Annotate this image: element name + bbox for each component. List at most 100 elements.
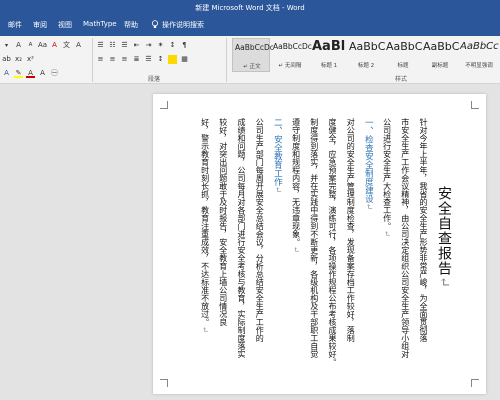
tab-help[interactable]: 帮助 xyxy=(124,20,138,30)
style-subtitle[interactable]: AaBbC 副标题 xyxy=(421,38,459,72)
text-line-text: 公司进行安全生产大检查工作。 xyxy=(382,118,392,230)
text-line-text: 公司生产部门每周开展安全总结会议，分析总结安全生产工作的 xyxy=(255,118,265,342)
style-name: 标题 2 xyxy=(357,63,375,69)
tab-review[interactable]: 审阅 xyxy=(33,20,47,30)
window-title: 新建 Microsoft Word 文档 - Word xyxy=(195,4,305,12)
style-name: ↵ 无间隔 xyxy=(278,63,302,69)
section-heading: 一、检查安全制度建设↵ xyxy=(362,118,374,210)
grow-font-icon[interactable]: A xyxy=(14,41,23,50)
ribbon: ▾ A A Aa A 文 A ab x₂ x² A ✎ A A ㊀ ☰ ☷ ☰ … xyxy=(0,36,500,84)
document-area[interactable]: 安全自查报告↵ 针对今年上半年，我省的安全生产形势非常严峻，为全面贯彻落 市安全生… xyxy=(0,84,500,400)
style-name: 不明显强调 xyxy=(465,63,493,69)
style-sample: AaBbC xyxy=(386,40,423,53)
line-spacing-icon[interactable]: ↕ xyxy=(156,55,165,64)
text-line: 遵守制度和规程内容，无违章现象。↵ xyxy=(290,118,302,253)
style-name: ↵ 正文 xyxy=(243,64,261,70)
text-line: 公司生产部门每周开展安全总结会议，分析总结安全生产工作的 xyxy=(253,118,265,342)
text-effects-icon[interactable]: A xyxy=(2,69,11,78)
decrease-indent-icon[interactable]: ⇤ xyxy=(132,41,141,50)
chinese-layout-icon[interactable]: ✶ xyxy=(156,41,165,50)
text-line: 针对今年上半年，我省的安全生产形势非常严峻，为全面贯彻落 xyxy=(417,118,429,342)
shading-icon[interactable] xyxy=(168,54,177,64)
style-name: 标题 1 xyxy=(320,63,338,69)
subscript-icon[interactable]: x₂ xyxy=(14,55,23,64)
align-right-icon[interactable]: ≡ xyxy=(120,55,129,64)
sort-icon[interactable]: ↕ xyxy=(168,41,177,50)
style-title[interactable]: AaBbC 标题 xyxy=(384,38,422,72)
paragraph-row-1: ☰ ☷ ☰ ⇤ ⇥ ✶ ↕ ¶ xyxy=(96,39,189,51)
style-subtle-emphasis[interactable]: AaBbCc 不明显强调 xyxy=(458,38,500,72)
bullets-icon[interactable]: ☰ xyxy=(96,41,105,50)
clear-format-icon[interactable]: A xyxy=(50,41,59,50)
font-row-1: ▾ A A Aa A 文 A xyxy=(2,39,83,51)
text-line-text: 度健全，应急预案完整，演练可行，各项操作规程公布考核成果较好。 xyxy=(328,118,337,366)
text-line-text: 较好，对突出问题敢于及时报告，安全教育上墙公司情况良 xyxy=(218,118,228,326)
align-left-icon[interactable]: ≡ xyxy=(96,55,105,64)
text-line: 度健全，应急预案完整，演练可行，各项操作规程公布考核成果较好。 xyxy=(326,118,338,366)
superscript-icon[interactable]: x² xyxy=(26,55,35,64)
show-marks-icon[interactable]: ¶ xyxy=(180,41,189,50)
numbering-icon[interactable]: ☷ xyxy=(108,41,117,50)
group-separator xyxy=(92,38,93,82)
section-heading: 二、安全教育工作↵ xyxy=(271,118,283,193)
text-line-text: 针对今年上半年，我省的安全生产形势非常严峻，为全面贯彻落 xyxy=(419,118,428,342)
style-sample: AaBbC xyxy=(423,40,460,53)
style-heading-1[interactable]: AaBl 标题 1 xyxy=(310,38,348,72)
style-normal[interactable]: AaBbCcDc ↵ 正文 xyxy=(232,38,274,72)
shrink-font-icon[interactable]: A xyxy=(26,41,35,50)
style-sample: AaBbCcDc xyxy=(273,42,312,51)
style-sample: AaBbC xyxy=(349,40,386,53)
section-heading-text: 二、安全教育工作 xyxy=(272,118,283,186)
crop-mark xyxy=(160,101,168,109)
paragraph-mark: ↵ xyxy=(200,326,210,333)
lightbulb-icon xyxy=(152,20,158,28)
char-shading-icon[interactable]: A xyxy=(38,69,47,78)
style-name: 标题 xyxy=(397,63,409,69)
char-border-icon[interactable]: A xyxy=(74,41,83,50)
paragraph-row-2: ≡ ≡ ≡ ≣ ☰ ↕ ▦ xyxy=(96,53,189,65)
text-line-text: 制度得到落实，并在实践中得到不断更新，各级机构及干部职工自觉 xyxy=(309,118,319,358)
distributed-icon[interactable]: ☰ xyxy=(144,55,153,64)
enclose-char-icon[interactable]: ㊀ xyxy=(50,69,59,78)
title-bar: 新建 Microsoft Word 文档 - Word xyxy=(0,0,500,14)
paragraph-mark: ↵ xyxy=(382,230,392,237)
paragraph-mark: ↵ xyxy=(436,276,452,289)
align-center-icon[interactable]: ≡ xyxy=(108,55,117,64)
text-line-text: 对公司的安全生产管理制度检查，发现备案存档工作较好，落制 xyxy=(346,118,356,342)
tell-me-search[interactable]: 操作说明搜索 xyxy=(162,20,204,30)
font-row-2: ab x₂ x² xyxy=(2,53,35,65)
font-row-3: A ✎ A A ㊀ xyxy=(2,67,59,79)
style-sample: AaBbCcDc xyxy=(235,43,274,52)
text-line: 成绩和问题，公司每月对各部门进行安全考核与教育，实际制度落实 xyxy=(235,118,247,358)
style-sample: AaBl xyxy=(312,39,346,54)
borders-icon[interactable]: ▦ xyxy=(180,55,189,64)
multilevel-list-icon[interactable]: ☰ xyxy=(120,41,129,50)
tab-view[interactable]: 视图 xyxy=(58,20,72,30)
justify-icon[interactable]: ≣ xyxy=(132,55,141,64)
document-page[interactable]: 安全自查报告↵ 针对今年上半年，我省的安全生产形势非常严峻，为全面贯彻落 市安全生… xyxy=(153,94,486,394)
highlight-icon[interactable]: ✎ xyxy=(14,69,23,78)
phonetic-icon[interactable]: 文 xyxy=(62,41,71,50)
text-line-text: 遵守制度和规程内容，无违章现象。 xyxy=(291,118,301,246)
document-title: 安全自查报告↵ xyxy=(434,186,454,289)
change-case-icon[interactable]: Aa xyxy=(38,41,47,50)
word-window: 新建 Microsoft Word 文档 - Word 邮件 审阅 视图 Mat… xyxy=(0,0,500,400)
styles-group-label: 样式 xyxy=(395,76,408,83)
increase-indent-icon[interactable]: ⇥ xyxy=(144,41,153,50)
tab-mathtype[interactable]: MathType xyxy=(83,20,117,28)
style-heading-2[interactable]: AaBbC 标题 2 xyxy=(347,38,385,72)
crop-mark xyxy=(160,379,168,387)
section-heading-text: 一、检查安全制度建设 xyxy=(363,118,374,203)
font-color-icon[interactable]: A xyxy=(26,69,35,78)
paragraph-group-label: 段落 xyxy=(148,76,161,83)
style-sample: AaBbCc xyxy=(460,41,499,52)
text-line: 市安全生产工作会议精神，由公司决定组织公司安全生产领导小组对 xyxy=(399,118,411,358)
tab-mailings[interactable]: 邮件 xyxy=(8,20,22,30)
strikethrough-icon[interactable]: ab xyxy=(2,55,11,64)
style-no-spacing[interactable]: AaBbCcDc ↵ 无间隔 xyxy=(271,38,312,72)
text-line: 制度得到落实，并在实践中得到不断更新，各级机构及干部职工自觉 xyxy=(308,118,320,358)
crop-mark xyxy=(471,379,479,387)
text-line-text: 好，警示教育时刻长抓，教育注重成效，不达标准不放过。 xyxy=(200,118,210,326)
font-size-box-icon[interactable]: ▾ xyxy=(2,41,11,50)
text-line-text: 市安全生产工作会议精神，由公司决定组织公司安全生产领导小组对 xyxy=(400,118,410,358)
